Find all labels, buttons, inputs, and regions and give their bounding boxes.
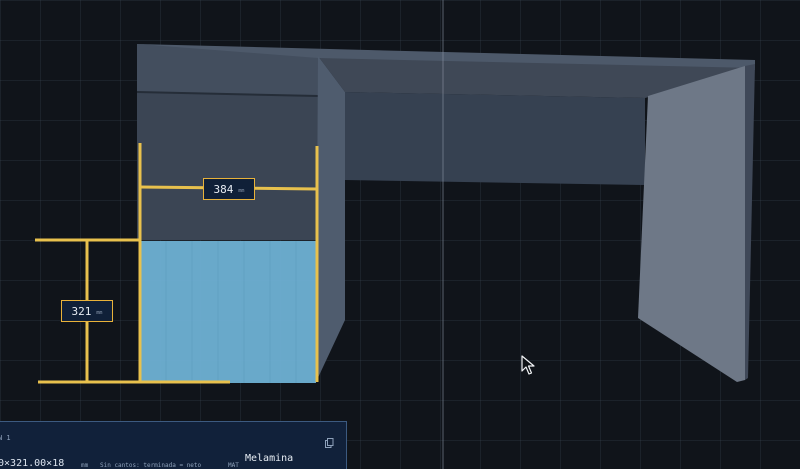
piece-info-panel[interactable]: N 1 00×321.00×18 mm Sin cantos: terminad…: [0, 421, 347, 469]
piece-dimensions: 00×321.00×18: [0, 458, 65, 469]
3d-viewport[interactable]: 384 mm 321 mm: [0, 0, 800, 469]
back-panel-right[interactable]: [345, 92, 645, 185]
width-value: 384: [213, 182, 234, 196]
right-side-edge: [745, 64, 755, 380]
piece-id-label: N 1: [0, 434, 11, 442]
height-dimension-label[interactable]: 321 mm: [61, 300, 113, 322]
mouse-pointer-icon: [521, 355, 535, 375]
material-label: MAT: [228, 462, 239, 469]
width-dimension-label[interactable]: 384 mm: [203, 178, 255, 200]
material-name: Melamina: [245, 453, 294, 464]
dimensions-unit: mm: [81, 462, 89, 469]
edges-info: Sin cantos: terminada = neto: [100, 462, 202, 469]
selected-drawer-panel[interactable]: [141, 241, 316, 383]
right-side-panel[interactable]: [638, 66, 745, 382]
width-unit: mm: [238, 187, 245, 194]
divider-side-panel[interactable]: [316, 56, 345, 382]
copy-icon[interactable]: [325, 433, 334, 452]
height-unit: mm: [96, 309, 103, 316]
desk-model[interactable]: [0, 0, 800, 469]
height-value: 321: [71, 304, 92, 318]
